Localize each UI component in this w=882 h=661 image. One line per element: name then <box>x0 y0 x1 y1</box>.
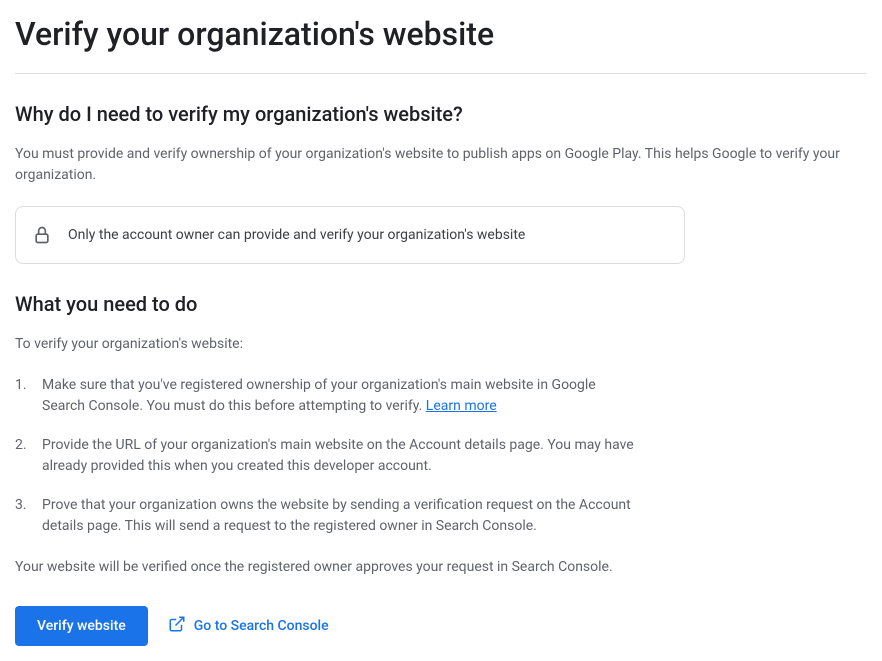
step-text: Provide the URL of your organization's m… <box>42 437 634 474</box>
list-item: Make sure that you've registered ownersh… <box>15 375 635 417</box>
page-title: Verify your organization's website <box>15 15 867 53</box>
why-body: You must provide and verify ownership of… <box>15 144 867 186</box>
lock-icon <box>32 225 52 245</box>
section-divider <box>15 73 867 74</box>
todo-heading: What you need to do <box>15 292 867 316</box>
search-console-button[interactable]: Go to Search Console <box>168 615 329 637</box>
owner-notice-text: Only the account owner can provide and v… <box>68 227 525 243</box>
why-heading: Why do I need to verify my organization'… <box>15 102 867 126</box>
todo-conclusion: Your website will be verified once the r… <box>15 557 867 578</box>
open-external-icon <box>168 615 186 637</box>
list-item: Provide the URL of your organization's m… <box>15 435 635 477</box>
step-text: Prove that your organization owns the we… <box>42 497 631 534</box>
steps-list: Make sure that you've registered ownersh… <box>15 375 635 537</box>
owner-notice: Only the account owner can provide and v… <box>15 206 685 264</box>
step-text: Make sure that you've registered ownersh… <box>42 377 596 414</box>
actions-row: Verify website Go to Search Console <box>15 606 867 646</box>
list-item: Prove that your organization owns the we… <box>15 495 635 537</box>
verify-website-button[interactable]: Verify website <box>15 606 148 646</box>
todo-intro: To verify your organization's website: <box>15 334 867 355</box>
learn-more-link[interactable]: Learn more <box>426 398 497 414</box>
search-console-label: Go to Search Console <box>194 618 329 634</box>
